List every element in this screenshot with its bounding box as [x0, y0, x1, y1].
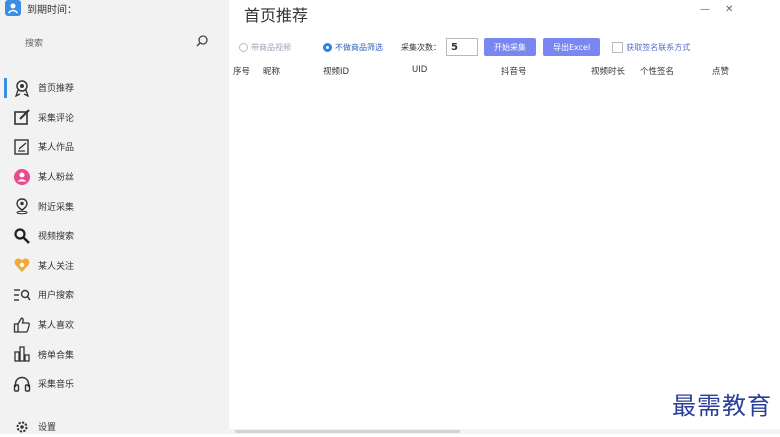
sidebar-item-collect-comments[interactable]: 采集评论 — [0, 103, 229, 133]
sidebar-item-label: 某人作品 — [38, 143, 75, 154]
count-input[interactable]: 5 — [446, 38, 478, 56]
sidebar-item-nearby-collect[interactable]: 附近采集 — [0, 191, 229, 221]
collect-controls: 带商品视频 不做商品筛选 采集次数： 5 开始采集 导出Excel 获取签名联系… — [239, 36, 690, 58]
close-icon[interactable]: ✕ — [725, 4, 733, 15]
radio-label: 不做商品筛选 — [335, 42, 383, 52]
expire-row: 到期时间： — [0, 0, 229, 16]
checkbox-icon — [612, 41, 624, 53]
sidebar: 到期时间： 搜索 首页推荐 采集评论 某人作品 某人粉丝 附近采集 视频搜索 某… — [0, 0, 229, 434]
radio-product-video[interactable]: 带商品视频 — [239, 42, 291, 53]
sidebar-item-user-following[interactable]: 某人关注 — [0, 251, 229, 281]
sidebar-item-collect-music[interactable]: 采集音乐 — [0, 369, 229, 399]
sidebar-item-label: 用户搜索 — [38, 291, 75, 302]
column-header[interactable]: 视频ID — [323, 65, 349, 77]
search-placeholder: 搜索 — [25, 38, 44, 49]
app-logo-icon — [5, 0, 21, 16]
sidebar-item-user-works[interactable]: 某人作品 — [0, 132, 229, 162]
search-icon[interactable] — [195, 34, 209, 51]
start-collect-button[interactable]: 开始采集 — [484, 38, 536, 56]
column-header[interactable]: 点赞 — [712, 65, 729, 77]
radio-circle-icon — [239, 42, 248, 52]
sidebar-item-settings[interactable]: 设置 — [0, 419, 56, 434]
sidebar-item-video-search[interactable]: 视频搜索 — [0, 221, 229, 251]
table-header: 序号 昵称 视频ID UID 抖音号 视频时长 个性签名 点赞 — [229, 65, 780, 79]
minimize-button[interactable]: — — [700, 4, 710, 15]
search-input[interactable]: 搜索 — [13, 31, 217, 53]
document-edit-icon — [12, 137, 32, 157]
column-header[interactable]: 抖音号 — [501, 65, 527, 77]
column-header[interactable]: UID — [412, 65, 427, 75]
main-panel: 首页推荐 — ✕ 带商品视频 不做商品筛选 采集次数： 5 开始采集 导出Exc… — [229, 0, 780, 434]
award-icon — [12, 78, 32, 98]
expire-label: 到期时间： — [27, 4, 77, 16]
edit-icon — [12, 107, 32, 127]
location-icon — [12, 196, 32, 216]
sidebar-item-label: 附近采集 — [38, 202, 75, 213]
headphones-icon — [12, 374, 32, 394]
sidebar-item-label: 某人关注 — [38, 261, 75, 272]
thumbs-up-icon — [12, 315, 32, 335]
sidebar-item-label: 首页推荐 — [38, 84, 75, 95]
horizontal-scrollbar[interactable] — [229, 429, 780, 434]
page-title: 首页推荐 — [244, 6, 309, 25]
checkbox-label: 获取签名联系方式 — [626, 42, 691, 52]
column-header[interactable]: 视频时长 — [591, 65, 625, 77]
export-excel-button[interactable]: 导出Excel — [543, 38, 601, 56]
radio-circle-icon — [323, 42, 332, 52]
sidebar-item-label: 采集评论 — [38, 113, 75, 124]
bar-chart-icon — [12, 344, 32, 364]
sidebar-item-user-search[interactable]: 用户搜索 — [0, 280, 229, 310]
sidebar-item-user-fans[interactable]: 某人粉丝 — [0, 162, 229, 192]
sidebar-item-label: 某人粉丝 — [38, 173, 75, 184]
radio-label: 带商品视频 — [251, 42, 291, 52]
scrollbar-thumb[interactable] — [235, 430, 460, 433]
sidebar-item-label: 采集音乐 — [38, 380, 75, 391]
sidebar-nav: 首页推荐 采集评论 某人作品 某人粉丝 附近采集 视频搜索 某人关注 用户搜索 … — [0, 73, 229, 399]
sidebar-item-label: 视频搜索 — [38, 232, 75, 243]
radio-no-product-filter[interactable]: 不做商品筛选 — [323, 42, 383, 53]
user-icon — [12, 167, 32, 187]
sidebar-item-label: 某人喜欢 — [38, 321, 75, 332]
search-icon — [12, 226, 32, 246]
sidebar-item-rankings[interactable]: 榜单合集 — [0, 339, 229, 369]
column-header[interactable]: 个性签名 — [640, 65, 674, 77]
sidebar-item-home-recommend[interactable]: 首页推荐 — [0, 73, 229, 103]
signature-contact-checkbox[interactable]: 获取签名联系方式 — [612, 41, 691, 53]
count-label: 采集次数： — [401, 42, 441, 52]
settings-label: 设置 — [38, 423, 57, 433]
column-header[interactable]: 序号 — [233, 65, 250, 77]
list-search-icon — [12, 285, 32, 305]
heart-icon — [12, 255, 32, 275]
column-header[interactable]: 昵称 — [263, 65, 280, 77]
watermark-text: 最需教育 — [672, 392, 772, 420]
sidebar-item-user-likes[interactable]: 某人喜欢 — [0, 310, 229, 340]
sidebar-item-label: 榜单合集 — [38, 350, 75, 361]
